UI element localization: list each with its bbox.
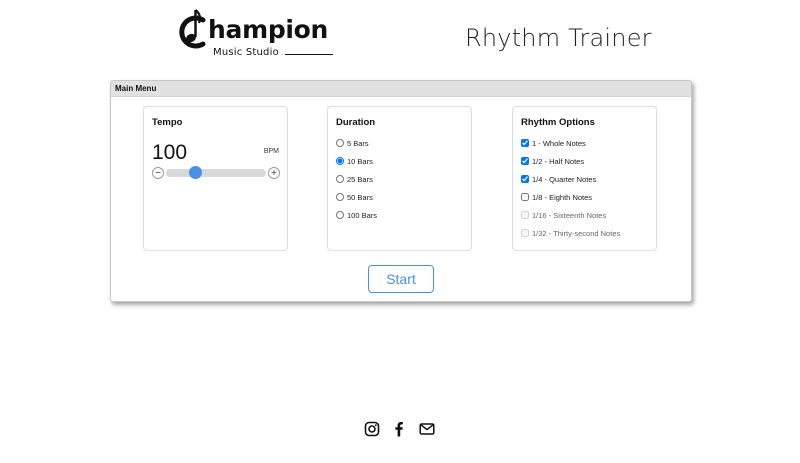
logo-subtitle: Music Studio (213, 47, 279, 58)
duration-option-label: 10 Bars (347, 156, 373, 166)
rhythm-checkbox[interactable] (521, 229, 529, 237)
tempo-slider-thumb[interactable] (189, 166, 202, 179)
duration-option-label: 5 Bars (347, 138, 369, 148)
duration-title: Duration (336, 117, 376, 128)
rhythm-option-label: 1 - Whole Notes (532, 138, 586, 148)
duration-option-50-bars[interactable]: 50 Bars (336, 191, 373, 203)
rhythm-option-thirty-second[interactable]: 1/32 - Thirty-second Notes (521, 227, 620, 239)
tempo-title: Tempo (152, 117, 183, 128)
rhythm-options-card: Rhythm Options 1 - Whole Notes 1/2 - Hal… (512, 106, 657, 251)
app-title: Rhythm Trainer (465, 24, 652, 52)
mail-icon[interactable] (419, 421, 435, 437)
duration-option-label: 100 Bars (347, 210, 378, 220)
rhythm-checkbox[interactable] (521, 211, 529, 219)
tempo-card: Tempo 100 BPM − + (143, 106, 288, 251)
tempo-decrement-button[interactable]: − (152, 167, 164, 179)
rhythm-checkbox[interactable] (521, 193, 529, 201)
tempo-value: 100 (152, 141, 188, 164)
rhythm-checkbox[interactable] (521, 175, 529, 183)
rhythm-option-half[interactable]: 1/2 - Half Notes (521, 155, 584, 167)
start-button[interactable]: Start (368, 265, 434, 293)
duration-card: Duration 5 Bars 10 Bars 25 Bars 50 Bars … (327, 106, 472, 251)
champion-logo: hampion Music Studio (175, 6, 340, 62)
duration-option-25-bars[interactable]: 25 Bars (336, 173, 373, 185)
rhythm-option-label: 1/8 - Eighth Notes (532, 192, 593, 202)
rhythm-checkbox[interactable] (521, 139, 529, 147)
rhythm-option-label: 1/32 - Thirty-second Notes (532, 228, 621, 238)
facebook-icon[interactable] (391, 421, 407, 437)
rhythm-checkbox[interactable] (521, 157, 529, 165)
duration-radio[interactable] (336, 211, 344, 219)
tempo-increment-button[interactable]: + (268, 167, 280, 179)
rhythm-option-label: 1/2 - Half Notes (532, 156, 585, 166)
tempo-slider[interactable] (166, 166, 266, 179)
rhythm-options-title: Rhythm Options (521, 117, 595, 128)
duration-option-label: 50 Bars (347, 192, 373, 202)
duration-option-100-bars[interactable]: 100 Bars (336, 209, 377, 221)
panel-title: Main Menu (111, 81, 691, 97)
duration-option-5-bars[interactable]: 5 Bars (336, 137, 369, 149)
duration-radio[interactable] (336, 139, 344, 147)
rhythm-option-eighth[interactable]: 1/8 - Eighth Notes (521, 191, 592, 203)
logo-wordmark: hampion (208, 15, 329, 44)
logo-divider (285, 54, 333, 55)
rhythm-option-whole[interactable]: 1 - Whole Notes (521, 137, 586, 149)
duration-radio[interactable] (336, 193, 344, 201)
rhythm-option-label: 1/16 - Sixteenth Notes (532, 210, 607, 220)
duration-radio[interactable] (336, 157, 344, 165)
duration-option-10-bars[interactable]: 10 Bars (336, 155, 373, 167)
tempo-unit: BPM (263, 148, 279, 155)
duration-radio[interactable] (336, 175, 344, 183)
rhythm-option-label: 1/4 - Quarter Notes (532, 174, 597, 184)
duration-option-label: 25 Bars (347, 174, 373, 184)
main-menu-panel: Main Menu Tempo 100 BPM − + Duration 5 B… (110, 80, 692, 302)
rhythm-option-sixteenth[interactable]: 1/16 - Sixteenth Notes (521, 209, 606, 221)
instagram-icon[interactable] (364, 421, 380, 437)
rhythm-option-quarter[interactable]: 1/4 - Quarter Notes (521, 173, 596, 185)
